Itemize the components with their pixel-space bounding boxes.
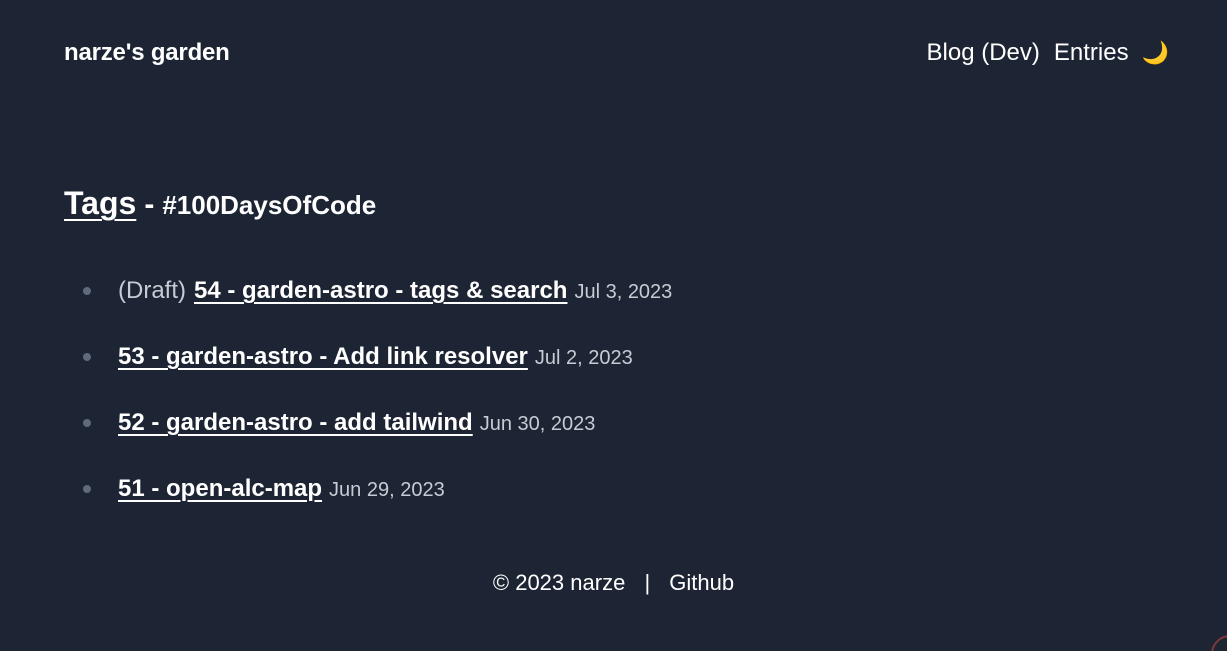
copyright-text: © 2023 narze	[492, 570, 626, 595]
title-separator: -	[144, 188, 155, 222]
entry-link[interactable]: 52 - garden-astro - add tailwind	[118, 409, 473, 437]
entry-list: (Draft) 54 - garden-astro - tags & searc…	[64, 258, 672, 522]
list-item: 53 - garden-astro - Add link resolver Ju…	[64, 324, 672, 390]
moon-icon[interactable]: 🌙	[1142, 42, 1169, 64]
list-item: 51 - open-alc-map Jun 29, 2023	[64, 456, 672, 522]
entry-link[interactable]: 53 - garden-astro - Add link resolver	[118, 343, 528, 371]
tag-name: #100DaysOfCode	[162, 190, 377, 221]
entry-date: Jul 3, 2023	[574, 280, 673, 303]
entry-date: Jun 30, 2023	[479, 412, 596, 435]
nav-item-entries[interactable]: Entries	[1054, 39, 1129, 67]
bullet-icon	[83, 353, 91, 361]
corner-widget-icon[interactable]	[1211, 635, 1227, 651]
entry-date: Jul 2, 2023	[534, 346, 633, 369]
page-title: Tags - #100DaysOfCode	[64, 185, 376, 222]
github-link[interactable]: Github	[669, 570, 734, 595]
page: narze's garden Blog (Dev) Entries 🌙 Tags…	[0, 0, 1227, 651]
entry-link[interactable]: 51 - open-alc-map	[118, 475, 322, 503]
bullet-icon	[83, 419, 91, 427]
nav-item-blog-dev[interactable]: Blog (Dev)	[927, 39, 1040, 67]
list-item: 52 - garden-astro - add tailwind Jun 30,…	[64, 390, 672, 456]
site-footer: © 2023 narze | Github	[0, 570, 1227, 596]
tags-link[interactable]: Tags	[64, 185, 136, 222]
footer-divider: |	[644, 570, 651, 595]
list-item: (Draft) 54 - garden-astro - tags & searc…	[64, 258, 672, 324]
entry-date: Jun 29, 2023	[329, 478, 445, 501]
bullet-icon	[83, 287, 91, 295]
main-nav: Blog (Dev) Entries 🌙	[927, 39, 1169, 67]
site-title-link[interactable]: narze's garden	[64, 39, 230, 67]
draft-label: (Draft)	[118, 277, 186, 304]
site-header: narze's garden Blog (Dev) Entries 🌙	[64, 34, 1169, 72]
bullet-icon	[83, 485, 91, 493]
entry-link[interactable]: 54 - garden-astro - tags & search	[194, 277, 567, 305]
